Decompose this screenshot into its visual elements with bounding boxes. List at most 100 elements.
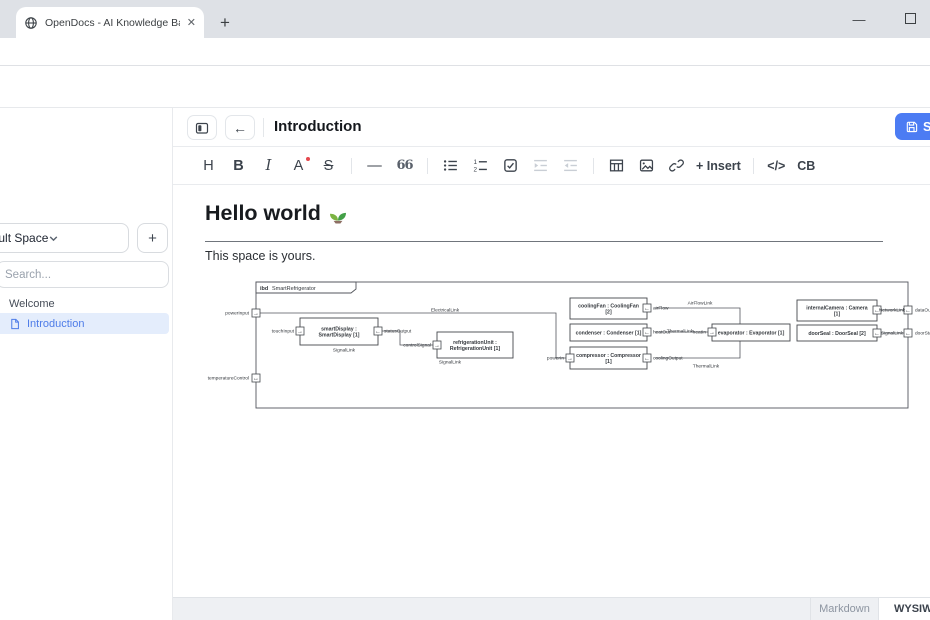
toolbar-quote-button[interactable]: 66: [394, 154, 415, 178]
editor-statusbar: Markdown WYSIWYG: [173, 597, 930, 620]
frame-port-label-dataOutput: dataOutput: [915, 308, 930, 314]
toolbar-link-button[interactable]: [666, 154, 687, 178]
formatting-toolbar: H B I AS — 66 12 + Insert </> CB: [173, 147, 930, 185]
port-refrigerationUnit-controlSignal-arrow: →: [434, 343, 440, 349]
chevron-down-icon: [48, 233, 120, 244]
image-icon: [638, 157, 655, 174]
toolbar-numbered-list-button[interactable]: 12: [470, 154, 491, 178]
save-button[interactable]: Save: [895, 113, 930, 140]
connector-label-ElectricalLink: ElectricalLink: [431, 308, 460, 314]
save-label: Save: [923, 120, 930, 134]
connector-label-NetworkLink: NetworkLink: [879, 308, 906, 314]
space-selector-value: Default Space: [0, 231, 48, 245]
task-list-icon: [502, 157, 519, 174]
toolbar-inline-code-glyph: </>: [767, 159, 785, 173]
toolbar-code-block-button[interactable]: CB: [796, 154, 817, 178]
browser-tab[interactable]: OpenDocs - AI Knowledge Base ✕: [16, 7, 204, 38]
block-smartDisplay-label: smartDisplay :: [321, 326, 357, 332]
port-label-airFlow: airFlow: [653, 306, 669, 312]
svg-text:2: 2: [473, 167, 477, 174]
font-color-dot: [306, 157, 310, 161]
block-evaporator-label: evaporator : Evaporator [1]: [718, 331, 785, 337]
tab-markdown[interactable]: Markdown: [810, 598, 878, 620]
toolbar-code-block-glyph: CB: [797, 159, 815, 173]
port-smartDisplay-statusOutput-arrow: ←: [375, 329, 381, 335]
block-condenser-label: condenser : Condenser [1]: [576, 331, 642, 337]
outdent-icon: [562, 157, 579, 174]
frame-keyword: ibd: [260, 286, 268, 292]
toolbar-separator: [593, 158, 594, 174]
connector-label-SignalLink: SignalLink: [333, 348, 356, 354]
block-refrigerationUnit-label: refrigerationUnit :: [453, 340, 497, 346]
tab-wysiwyg[interactable]: WYSIWYG: [878, 598, 930, 620]
frame-name: SmartRefrigerator: [272, 286, 316, 292]
port-label-statusOutput: statusOutput: [384, 329, 412, 335]
connector-label-ThermalLink: ThermalLink: [693, 364, 720, 370]
document-heading: Hello world: [205, 201, 348, 226]
port-label-coolingOutput: coolingOutput: [653, 356, 683, 362]
link-icon: [668, 157, 685, 174]
frame-port-powerInput-arrow: →: [253, 311, 259, 317]
browser-tabstrip: OpenDocs - AI Knowledge Base ✕ + —: [0, 0, 930, 38]
port-coolingFan-airFlow-arrow: ←: [644, 306, 650, 312]
app-header: OpenDocs Powered by Visual Paradigm Shar…: [0, 66, 930, 108]
block-refrigerationUnit-label: RefrigerationUnit [1]: [450, 346, 500, 352]
frame-port-dataOutput-arrow: ←: [905, 308, 911, 314]
toolbar-font-color-glyph: A: [294, 158, 304, 174]
toolbar-strikethrough-button[interactable]: S: [318, 154, 339, 178]
toolbar-heading-glyph: H: [203, 158, 213, 174]
sidebar-item-introduction[interactable]: Introduction: [0, 313, 169, 334]
frame-port-label-temperatureControl: temperatureControl: [208, 376, 249, 382]
back-button[interactable]: ←: [225, 115, 255, 140]
block-internalCamera-label: [1]: [834, 312, 841, 318]
toolbar-font-color-button[interactable]: A: [288, 154, 309, 178]
favicon-globe-icon: [24, 16, 38, 30]
toolbar-heading-button[interactable]: H: [198, 154, 219, 178]
numbered-list-icon: 12: [472, 157, 489, 174]
block-compressor-label: [1]: [605, 359, 612, 365]
toolbar-separator: [427, 158, 428, 174]
toolbar-table-button[interactable]: [606, 154, 627, 178]
add-space-button[interactable]: +: [137, 223, 168, 253]
sidebar-item-label: Introduction: [27, 318, 84, 330]
toolbar-insert-glyph: + Insert: [696, 159, 741, 173]
toolbar-italic-glyph: I: [266, 158, 272, 174]
toolbar-bullet-list-button[interactable]: [440, 154, 461, 178]
port-label-touchInput: touchInput: [272, 329, 295, 335]
connector-label-ThermalLink: ThermalLink: [667, 329, 694, 335]
connector-label-SignalLink: SignalLink: [881, 331, 904, 337]
bullet-list-icon: [442, 157, 459, 174]
search-input[interactable]: [0, 261, 169, 288]
port-label-powerIn: powerIn: [547, 356, 564, 362]
toolbar-separator: [351, 158, 352, 174]
browser-toolbar: → ai-toolbox.visual-paradigm.com/app/ope…: [0, 38, 930, 66]
table-icon: [608, 157, 625, 174]
port-smartDisplay-touchInput-arrow: →: [297, 329, 303, 335]
connector-ThermalLink: [655, 341, 740, 358]
frame-port-doorStatus-arrow: ←: [905, 331, 911, 337]
toolbar-horizontal-rule-button[interactable]: —: [364, 154, 385, 178]
toolbar-bold-button[interactable]: B: [228, 154, 249, 178]
browser-window: OpenDocs - AI Knowledge Base ✕ + — → ai-…: [0, 0, 930, 620]
ibd-smart-refrigerator-diagram[interactable]: ibd SmartRefrigerator smartDisplay :SmartD…: [178, 278, 930, 418]
toolbar-bold-glyph: B: [233, 158, 243, 174]
editor-content[interactable]: Hello world This space is yours. ibdSmar…: [173, 185, 930, 597]
page-title: Introduction: [274, 114, 361, 139]
toolbar-insert-button[interactable]: + Insert: [696, 154, 741, 178]
space-selector[interactable]: Default Space: [0, 223, 129, 253]
heading-text: Hello world: [205, 201, 321, 226]
toolbar-italic-button[interactable]: I: [258, 154, 279, 178]
toolbar-inline-code-button[interactable]: </>: [766, 154, 787, 178]
new-tab-button[interactable]: +: [212, 10, 238, 36]
window-maximize-button[interactable]: [905, 13, 916, 24]
tab-close-icon[interactable]: ✕: [187, 16, 196, 29]
block-smartDisplay-label: SmartDisplay [1]: [319, 333, 360, 339]
toolbar-task-list-button[interactable]: [500, 154, 521, 178]
block-coolingFan-label: coolingFan : CoolingFan: [578, 303, 639, 309]
toolbar-image-button[interactable]: [636, 154, 657, 178]
toggle-sidebar-button[interactable]: [187, 115, 217, 140]
window-minimize-button[interactable]: —: [846, 6, 872, 32]
frame-port-label-powerInput: powerInput: [225, 311, 249, 317]
block-doorSeal-label: doorSeal : DoorSeal [2]: [808, 331, 866, 337]
port-compressor-powerIn-arrow: →: [567, 356, 573, 362]
